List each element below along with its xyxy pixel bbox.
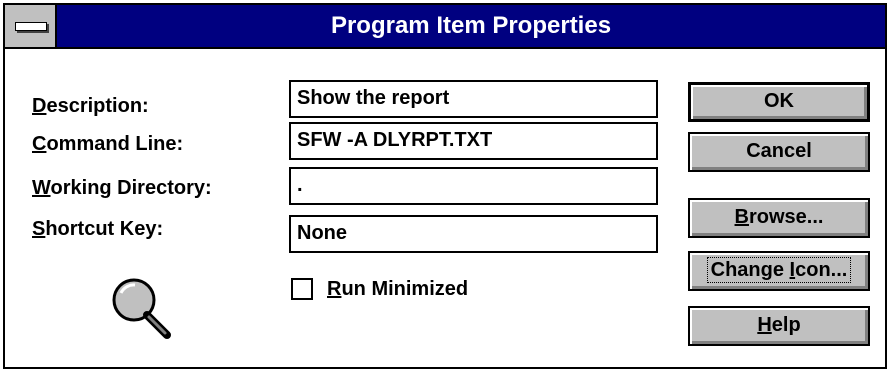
help-button[interactable]: Help [688, 306, 870, 346]
run-minimized-label[interactable]: Run Minimized [327, 277, 468, 301]
description-input[interactable]: Show the report [289, 80, 658, 118]
program-item-properties-dialog: Program Item Properties Description: Com… [3, 3, 887, 369]
dialog-title: Program Item Properties [330, 12, 612, 39]
working-directory-input[interactable]: . [289, 167, 658, 205]
command-line-label: Command Line: [32, 133, 184, 155]
ok-button[interactable]: OK [688, 82, 870, 122]
working-directory-label: Working Directory: [32, 177, 212, 199]
system-menu-icon [15, 22, 47, 31]
run-minimized-checkbox[interactable] [291, 278, 313, 300]
description-label: Description: [32, 95, 149, 117]
system-menu-button[interactable] [5, 5, 57, 47]
magnifying-glass-icon [112, 278, 171, 339]
title-bar: Program Item Properties [5, 5, 885, 49]
browse-button[interactable]: Browse... [688, 198, 870, 238]
shortcut-key-input[interactable]: None [289, 215, 658, 253]
change-icon-button[interactable]: Change Icon... [688, 251, 870, 291]
cancel-button[interactable]: Cancel [688, 132, 870, 172]
command-line-input[interactable]: SFW -A DLYRPT.TXT [289, 122, 658, 160]
shortcut-key-label: Shortcut Key: [32, 218, 164, 240]
